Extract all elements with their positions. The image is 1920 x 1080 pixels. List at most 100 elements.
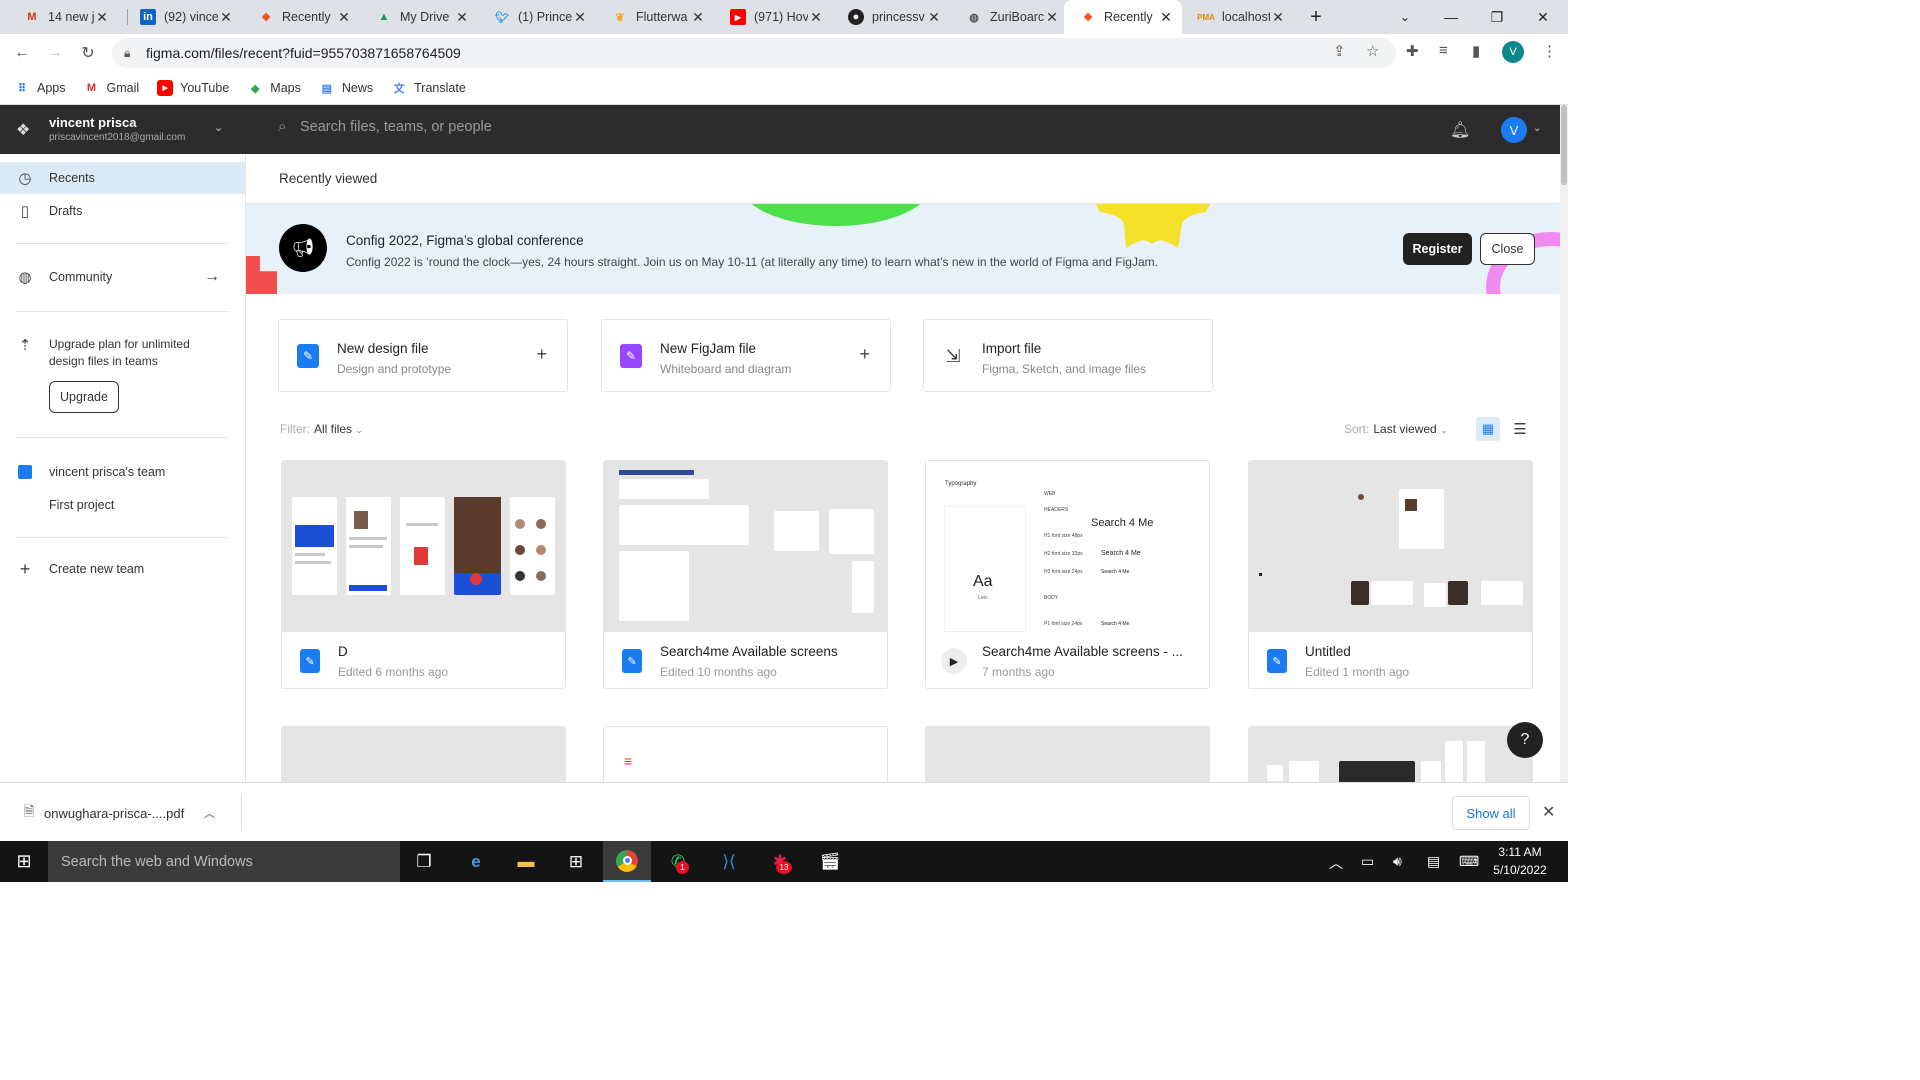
sidebar-item-community[interactable]: ◍ Community → <box>0 261 245 293</box>
browser-tab[interactable]: ▲ My Drive ✕ <box>360 0 478 34</box>
new-figjam-file-card[interactable]: ✎ New FigJam file Whiteboard and diagram… <box>601 319 891 392</box>
browser-tab[interactable]: ◍ ZuriBoarc ✕ <box>950 0 1068 34</box>
notification-center-icon[interactable]: ▤ <box>1427 853 1440 870</box>
close-tab-icon[interactable]: ✕ <box>336 9 352 26</box>
close-tab-icon[interactable]: ✕ <box>690 9 706 26</box>
browser-tab[interactable]: 🐦︎ (1) Prince ✕ <box>478 0 596 34</box>
filter-dropdown[interactable]: Filter: All files ⌄ <box>280 422 363 436</box>
bookmark-maps[interactable]: ◆ Maps <box>247 80 301 96</box>
file-card[interactable]: Typography Aa Lato WEB HEADERS Search 4 … <box>925 460 1210 689</box>
download-item[interactable]: 🗎︎ onwughara-prisca-....pdf ︿ <box>14 795 242 831</box>
play-icon[interactable]: ▶ <box>941 648 967 674</box>
browser-tab[interactable]: ● princessv ✕ <box>832 0 950 34</box>
tab-title: ZuriBoarc <box>990 10 1044 24</box>
browser-tab[interactable]: M 14 new jo ✕ <box>8 0 118 34</box>
account-switcher[interactable]: ❖ vincent prisca priscavincent2018@gmail… <box>0 105 245 154</box>
drive-icon: ▲ <box>378 11 390 23</box>
address-bar[interactable]: 🔒︎ figma.com/files/recent?fuid=955703871… <box>112 38 1396 68</box>
chevron-up-icon[interactable]: ︿ <box>1329 853 1343 873</box>
help-button[interactable]: ? <box>1507 722 1543 758</box>
close-tab-icon[interactable]: ✕ <box>1158 9 1174 26</box>
search-input[interactable] <box>300 118 800 135</box>
video-editor-icon[interactable]: 🎬︎ <box>806 841 854 882</box>
show-all-button[interactable]: Show all <box>1452 796 1530 830</box>
bookmark-apps[interactable]: ⠿ Apps <box>14 80 66 96</box>
store-icon[interactable]: ⊞ <box>552 841 600 882</box>
browser-tab[interactable]: in (92) vince ✕ <box>124 0 242 34</box>
close-tab-icon[interactable]: ✕ <box>218 9 234 26</box>
close-tab-icon[interactable]: ✕ <box>1270 9 1286 26</box>
tab-search-icon[interactable]: ⌄ <box>1382 0 1428 34</box>
user-avatar[interactable]: V <box>1501 117 1527 143</box>
notification-bell-icon[interactable]: 🔔︎ <box>1450 120 1470 140</box>
close-tab-icon[interactable]: ✕ <box>808 9 824 26</box>
profile-avatar[interactable]: V <box>1502 41 1524 63</box>
chevron-down-icon[interactable]: ⌄ <box>1533 123 1541 134</box>
file-card[interactable]: ✎ Search4me Available screens Edited 10 … <box>603 460 888 689</box>
close-tab-icon[interactable]: ✕ <box>926 9 942 26</box>
taskbar-search[interactable]: Search the web and Windows <box>48 841 400 882</box>
close-tab-icon[interactable]: ✕ <box>572 9 588 26</box>
close-tab-icon[interactable]: ✕ <box>1044 9 1060 26</box>
sidebar-item-team[interactable]: vincent prisca's team <box>0 456 245 488</box>
file-card[interactable]: ✎ Untitled Edited 1 month ago <box>1248 460 1533 689</box>
grid-view-icon[interactable]: ▦ <box>1476 417 1500 441</box>
edge-icon[interactable]: e <box>452 841 500 882</box>
menu-kebab-icon[interactable]: ⋮ <box>1542 42 1557 60</box>
file-card[interactable] <box>925 726 1210 782</box>
sidebar-item-first-project[interactable]: First project <box>0 489 245 521</box>
close-banner-button[interactable]: Close <box>1480 233 1535 265</box>
clock-date[interactable]: 5/10/2022 <box>1488 863 1552 877</box>
browser-tab[interactable]: PMA localhost ✕ <box>1182 0 1294 34</box>
new-tab-button[interactable]: + <box>1296 0 1336 34</box>
browser-tab[interactable]: ❖ Recently ✕ <box>242 0 360 34</box>
vscode-icon[interactable]: ⟩⟨ <box>705 841 753 882</box>
reading-list-icon[interactable]: ≡ <box>1439 42 1448 59</box>
windows-start-icon[interactable]: ⊞ <box>0 841 48 882</box>
file-card[interactable]: ✎ D Edited 6 months ago <box>281 460 566 689</box>
browser-tab[interactable]: ❦ Flutterwa ✕ <box>596 0 714 34</box>
forward-arrow-icon[interactable]: → <box>43 41 67 65</box>
sidebar-item-drafts[interactable]: ▯ Drafts <box>0 195 245 227</box>
thumbnail-screen <box>400 497 445 595</box>
side-panel-icon[interactable]: ▮ <box>1472 42 1480 60</box>
reload-icon[interactable]: ↻ <box>76 41 100 65</box>
restore-button[interactable]: ❐ <box>1474 0 1520 34</box>
chevron-up-icon[interactable]: ︿ <box>204 805 215 821</box>
file-explorer-icon[interactable]: ▬ <box>502 841 550 882</box>
bookmark-translate[interactable]: 文 Translate <box>391 80 466 96</box>
bookmark-youtube[interactable]: ▶ YouTube <box>157 80 229 96</box>
minimize-button[interactable]: — <box>1428 0 1474 34</box>
sidebar-item-recents[interactable]: ◷ Recents <box>0 162 245 194</box>
file-card[interactable] <box>281 726 566 782</box>
share-icon[interactable]: ⇪ <box>1333 42 1346 60</box>
battery-icon[interactable]: ▭ <box>1361 853 1374 870</box>
file-card[interactable]: ≡ <box>603 726 888 782</box>
bookmark-star-icon[interactable]: ☆ <box>1366 42 1379 60</box>
import-file-card[interactable]: ⇲ Import file Figma, Sketch, and image f… <box>923 319 1213 392</box>
window-close-button[interactable]: ✕ <box>1520 0 1566 34</box>
new-design-file-card[interactable]: ✎ New design file Design and prototype + <box>278 319 568 392</box>
browser-tab[interactable]: ▶ (971) Hov ✕ <box>714 0 832 34</box>
bookmark-gmail[interactable]: M Gmail <box>84 80 139 96</box>
sort-dropdown[interactable]: Sort: Last viewed ⌄ <box>1344 422 1448 436</box>
thumb-text: Aa <box>973 573 993 590</box>
volume-icon[interactable]: 🔊︎ <box>1393 853 1402 870</box>
extensions-icon[interactable]: ✚ <box>1406 42 1419 60</box>
list-view-icon[interactable]: ☰ <box>1508 417 1532 441</box>
clock-time[interactable]: 3:11 AM <box>1488 845 1552 859</box>
keyboard-icon[interactable]: ⌨ <box>1459 853 1479 870</box>
close-tab-icon[interactable]: ✕ <box>94 9 110 26</box>
file-card[interactable] <box>1248 726 1533 782</box>
task-view-icon[interactable]: ❐ <box>400 841 448 882</box>
chrome-icon[interactable] <box>603 841 651 882</box>
close-tab-icon[interactable]: ✕ <box>454 9 470 26</box>
sidebar-item-create-team[interactable]: + Create new team <box>0 553 245 585</box>
close-icon[interactable]: ✕ <box>1542 802 1555 822</box>
register-button[interactable]: Register <box>1403 233 1472 265</box>
back-arrow-icon[interactable]: ← <box>10 41 34 65</box>
page-scrollbar[interactable] <box>1560 105 1568 782</box>
upgrade-button[interactable]: Upgrade <box>49 381 119 413</box>
bookmark-news[interactable]: ▤ News <box>319 80 373 96</box>
browser-tab-active[interactable]: ❖ Recently ✕ <box>1064 0 1182 34</box>
